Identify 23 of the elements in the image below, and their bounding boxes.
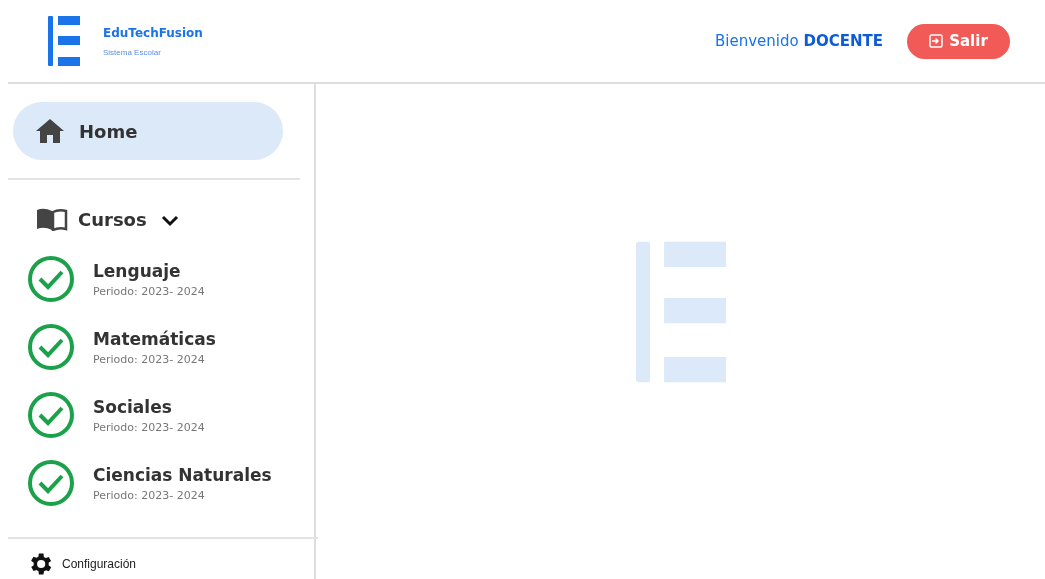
home-icon: [35, 118, 65, 144]
settings-link[interactable]: Configuración: [62, 557, 137, 571]
book-icon: [36, 207, 68, 231]
course-name[interactable]: Sociales: [93, 396, 205, 417]
brand-subtitle: Sistema Escolar: [103, 47, 162, 57]
course-period: Periodo: 2023- 2024: [93, 352, 206, 366]
brand-name: EduTechFusion: [103, 25, 203, 40]
welcome-text: Bienvenido DOCENTE: [715, 32, 883, 50]
home-nav-item[interactable]: Home: [13, 102, 283, 160]
course-name[interactable]: Matemáticas: [93, 328, 216, 349]
chevron-icon[interactable]: [160, 215, 179, 227]
course-name[interactable]: Ciencias Naturales: [93, 464, 272, 485]
check-circle-icon: [27, 391, 75, 439]
course-period: Periodo: 2023- 2024: [93, 488, 206, 502]
check-circle-icon: [27, 255, 75, 303]
check-circle-icon: [27, 459, 75, 507]
course-period: Periodo: 2023- 2024: [93, 420, 205, 434]
logo-icon: [48, 16, 80, 66]
course-period: Periodo: 2023- 2024: [93, 284, 205, 298]
exit-icon: [929, 34, 944, 48]
course-name[interactable]: Lenguaje: [93, 260, 205, 281]
check-circle-icon: [27, 323, 75, 371]
courses-toggle[interactable]: Cursos: [78, 208, 147, 230]
